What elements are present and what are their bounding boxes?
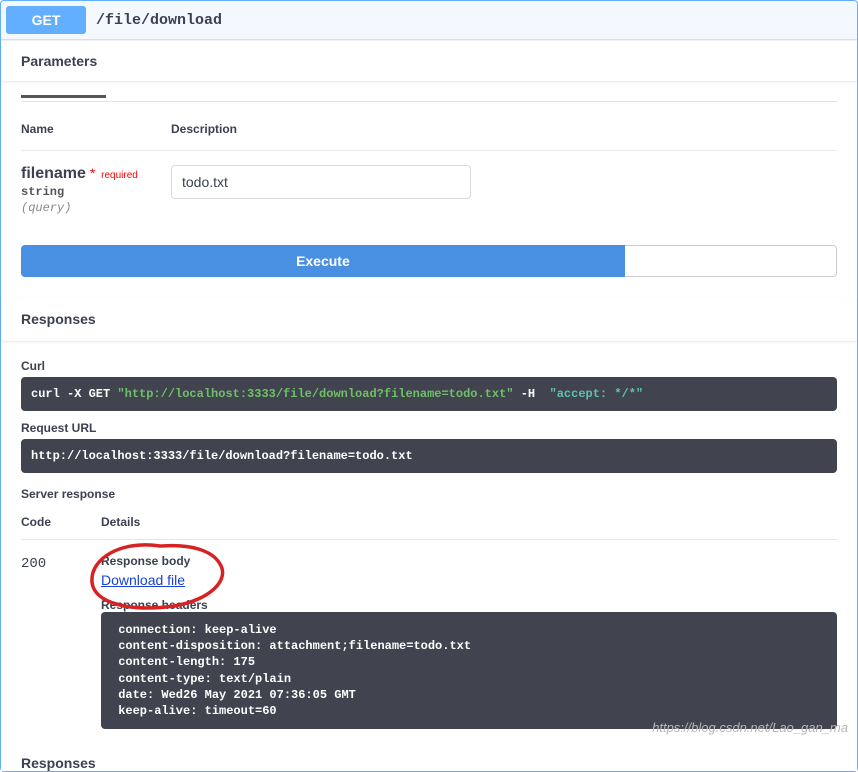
param-row: filename * required string (query) <box>21 165 837 215</box>
details-column: Details <box>101 515 837 529</box>
server-response-label: Server response <box>21 487 837 501</box>
response-headers-label: Response headers <box>101 598 837 612</box>
watermark: https://blog.csdn.net/Lao_gan_ma <box>652 720 848 735</box>
execute-wrapper: Execute <box>1 225 857 297</box>
code-column: Code <box>21 515 101 529</box>
response-body-label: Response body <box>101 554 837 568</box>
operation-body: Parameters Name Description filename * r… <box>1 40 857 771</box>
param-name: filename <box>21 165 86 182</box>
responses-body: Curl curl -X GET "http://localhost:3333/… <box>1 341 857 747</box>
required-text: required <box>99 170 138 181</box>
curl-block: curl -X GET "http://localhost:3333/file/… <box>21 377 837 411</box>
curl-label: Curl <box>21 359 837 373</box>
response-row: 200 Response body Download file Response… <box>21 540 837 729</box>
tab-underline <box>21 81 837 102</box>
curl-flag: -H <box>514 387 550 401</box>
col-description: Description <box>171 122 837 136</box>
param-input-filename[interactable] <box>171 165 471 199</box>
execute-button[interactable]: Execute <box>21 245 625 277</box>
curl-url: "http://localhost:3333/file/download?fil… <box>117 387 513 401</box>
responses-title: Responses <box>21 311 96 327</box>
params-header-row: Name Description <box>21 122 837 151</box>
parameters-table: Name Description filename * required str… <box>1 102 857 225</box>
operation-summary[interactable]: GET /file/download <box>1 1 857 40</box>
request-url-label: Request URL <box>21 421 837 435</box>
endpoint-path: /file/download <box>86 12 222 29</box>
param-type: string <box>21 185 171 199</box>
request-url-block: http://localhost:3333/file/download?file… <box>21 439 837 473</box>
parameters-header: Parameters <box>1 41 857 81</box>
curl-prefix: curl -X GET <box>31 387 117 401</box>
response-headers-block: connection: keep-alive content-dispositi… <box>101 612 837 729</box>
curl-accept: "accept: */*" <box>550 387 644 401</box>
responses-section: Responses Curl curl -X GET "http://local… <box>1 297 857 771</box>
response-table-head: Code Details <box>21 505 837 540</box>
status-code: 200 <box>21 556 46 572</box>
download-file-link[interactable]: Download file <box>101 572 185 588</box>
col-name: Name <box>21 122 171 136</box>
responses-header: Responses <box>1 297 857 341</box>
param-in: (query) <box>21 201 171 215</box>
required-star: * <box>90 165 95 181</box>
operation-block: GET /file/download Parameters Name Descr… <box>0 0 858 772</box>
parameters-title: Parameters <box>21 53 97 69</box>
responses-footer-label: Responses <box>1 747 857 771</box>
http-method-badge: GET <box>6 6 86 34</box>
clear-button-slot[interactable] <box>625 245 837 277</box>
